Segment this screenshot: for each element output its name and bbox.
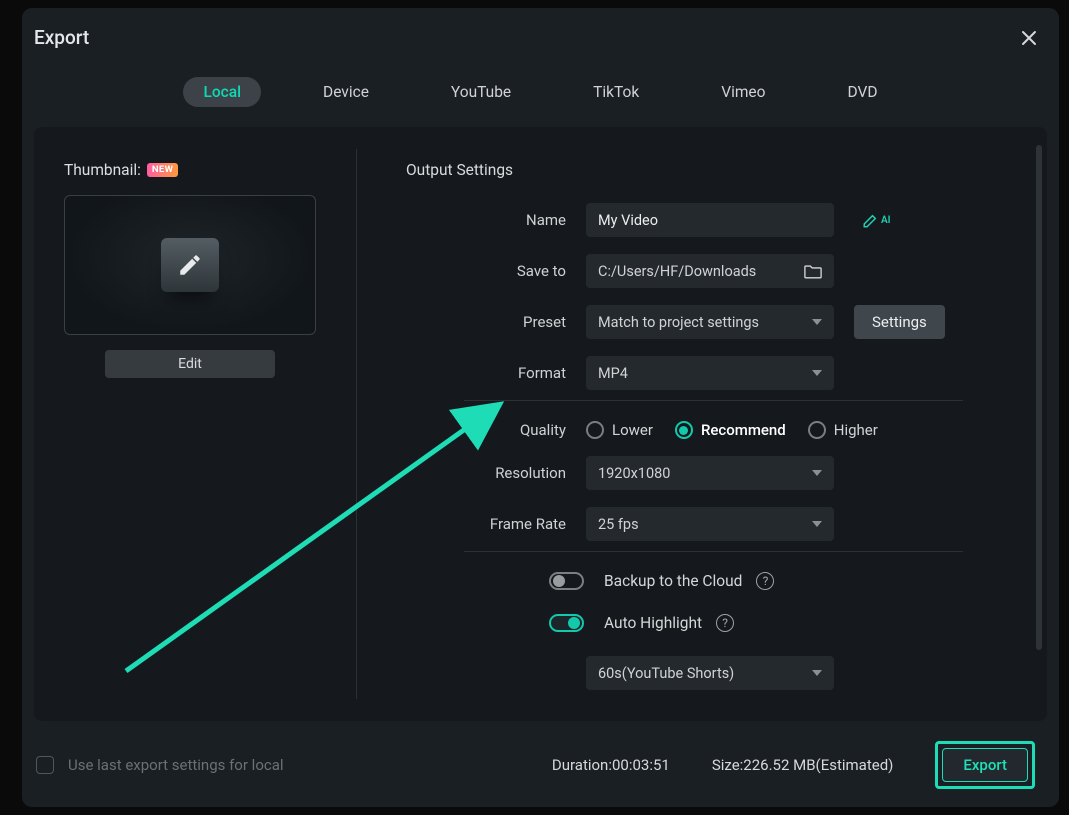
- tab-device[interactable]: Device: [303, 77, 389, 107]
- edit-thumb-icon: [161, 238, 219, 292]
- quality-recommend-radio[interactable]: Recommend: [675, 421, 786, 439]
- quality-higher-radio[interactable]: Higher: [808, 421, 878, 439]
- chevron-down-icon: [812, 370, 822, 376]
- thumbnail-panel: Thumbnail: NEW Edit: [34, 127, 356, 721]
- thumbnail-preview[interactable]: [64, 195, 316, 335]
- tab-local[interactable]: Local: [183, 77, 261, 107]
- quality-label: Quality: [406, 421, 586, 439]
- pencil-ai-icon: [862, 211, 880, 229]
- auto-highlight-label: Auto Highlight: [604, 614, 702, 632]
- close-button[interactable]: [1019, 28, 1039, 48]
- resolution-label: Resolution: [406, 464, 586, 482]
- preset-label: Preset: [406, 313, 586, 331]
- help-icon[interactable]: ?: [756, 572, 774, 590]
- quality-radio-group: Lower Recommend Higher: [586, 421, 878, 439]
- use-last-settings-checkbox[interactable]: [36, 756, 54, 774]
- backup-cloud-label: Backup to the Cloud: [604, 572, 742, 590]
- quality-lower-radio[interactable]: Lower: [586, 421, 653, 439]
- name-label: Name: [406, 211, 586, 229]
- ai-rename-button[interactable]: AI: [862, 211, 891, 229]
- name-field[interactable]: [598, 212, 822, 229]
- highlight-preset-value: 60s(YouTube Shorts): [598, 665, 734, 682]
- preset-select[interactable]: Match to project settings: [586, 305, 834, 339]
- format-select[interactable]: MP4: [586, 356, 834, 390]
- auto-highlight-toggle[interactable]: [549, 614, 584, 632]
- preset-settings-button[interactable]: Settings: [854, 305, 945, 339]
- thumbnail-label: Thumbnail:: [64, 161, 141, 179]
- output-settings-title: Output Settings: [406, 161, 993, 179]
- backup-cloud-toggle[interactable]: [549, 572, 584, 590]
- saveto-input[interactable]: C:/Users/HF/Downloads: [586, 254, 834, 288]
- divider: [464, 400, 963, 401]
- chevron-down-icon: [812, 470, 822, 476]
- framerate-label: Frame Rate: [406, 515, 586, 533]
- tab-vimeo[interactable]: Vimeo: [701, 77, 785, 107]
- preset-value: Match to project settings: [598, 314, 759, 331]
- help-icon[interactable]: ?: [716, 614, 734, 632]
- divider: [464, 551, 963, 552]
- use-last-settings-label: Use last export settings for local: [68, 756, 284, 774]
- folder-icon[interactable]: [804, 264, 822, 279]
- export-button[interactable]: Export: [942, 748, 1028, 782]
- size-info: Size:226.52 MB(Estimated): [712, 756, 894, 774]
- format-label: Format: [406, 364, 586, 382]
- chevron-down-icon: [812, 521, 822, 527]
- scrollbar[interactable]: [1036, 145, 1042, 650]
- tab-youtube[interactable]: YouTube: [431, 77, 531, 107]
- export-button-highlight: Export: [935, 741, 1035, 789]
- tab-tiktok[interactable]: TikTok: [573, 77, 659, 107]
- main-panel: Thumbnail: NEW Edit Output Settings Name…: [34, 127, 1047, 721]
- chevron-down-icon: [812, 319, 822, 325]
- edit-thumbnail-button[interactable]: Edit: [105, 350, 275, 378]
- framerate-select[interactable]: 25 fps: [586, 507, 834, 541]
- format-value: MP4: [598, 365, 628, 382]
- framerate-value: 25 fps: [598, 516, 639, 533]
- dialog-footer: Use last export settings for local Durat…: [22, 731, 1059, 807]
- resolution-select[interactable]: 1920x1080: [586, 456, 834, 490]
- resolution-value: 1920x1080: [598, 465, 670, 482]
- dialog-title: Export: [34, 26, 89, 49]
- close-icon: [1021, 30, 1037, 46]
- highlight-preset-select[interactable]: 60s(YouTube Shorts): [586, 656, 834, 690]
- output-settings-panel: Output Settings Name AI Save to C:/Users…: [356, 127, 1047, 721]
- export-dialog: Export Local Device YouTube TikTok Vimeo…: [22, 8, 1059, 807]
- chevron-down-icon: [812, 670, 822, 676]
- name-input[interactable]: [586, 203, 834, 237]
- new-badge: NEW: [147, 163, 178, 177]
- duration-info: Duration:00:03:51: [552, 756, 670, 774]
- export-tabs: Local Device YouTube TikTok Vimeo DVD: [22, 51, 1059, 121]
- saveto-label: Save to: [406, 262, 586, 280]
- tab-dvd[interactable]: DVD: [828, 77, 898, 107]
- dialog-header: Export: [22, 8, 1059, 51]
- saveto-value: C:/Users/HF/Downloads: [598, 263, 756, 280]
